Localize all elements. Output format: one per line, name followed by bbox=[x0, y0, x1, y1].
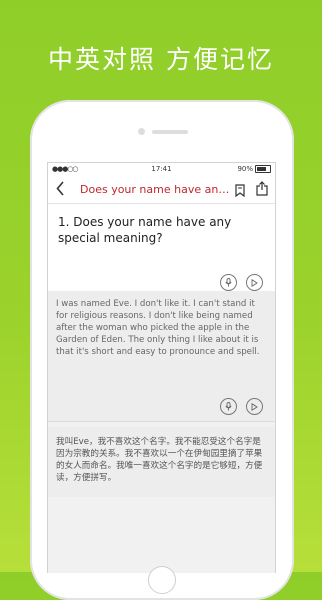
nav-title: Does your name have any... bbox=[80, 183, 230, 196]
question-text: 1. Does your name have any special meani… bbox=[58, 215, 232, 245]
english-answer-text: I was named Eve. I don't like it. I can'… bbox=[56, 299, 260, 357]
microphone-icon[interactable] bbox=[220, 398, 237, 415]
microphone-icon[interactable] bbox=[220, 274, 237, 291]
app-screen: ●●●○○ 17:41 90% Does your name have any.… bbox=[47, 162, 276, 573]
play-icon[interactable] bbox=[246, 274, 263, 291]
chinese-answer-card: 我叫Eve，我不喜欢这个名字。我不能忍受这个名字是因为宗教的关系。我不喜欢以一个… bbox=[48, 427, 275, 497]
chevron-left-icon[interactable] bbox=[56, 181, 65, 200]
phone-speaker bbox=[152, 130, 188, 134]
home-button[interactable] bbox=[148, 566, 176, 594]
english-answer-card: I was named Eve. I don't like it. I can'… bbox=[48, 291, 275, 422]
battery-indicator: 90% bbox=[237, 165, 271, 173]
status-bar: ●●●○○ 17:41 90% bbox=[48, 163, 275, 176]
chinese-answer-text: 我叫Eve，我不喜欢这个名字。我不能忍受这个名字是因为宗教的关系。我不喜欢以一个… bbox=[56, 437, 263, 483]
promo-banner-title: 中英对照 方便记忆 bbox=[48, 45, 274, 74]
bookmark-icon[interactable] bbox=[235, 182, 245, 198]
battery-icon bbox=[255, 165, 271, 173]
play-icon[interactable] bbox=[246, 398, 263, 415]
front-camera bbox=[138, 128, 145, 135]
share-icon[interactable] bbox=[256, 181, 268, 196]
nav-bar: Does your name have any... bbox=[48, 176, 275, 204]
battery-percent: 90% bbox=[237, 165, 253, 173]
